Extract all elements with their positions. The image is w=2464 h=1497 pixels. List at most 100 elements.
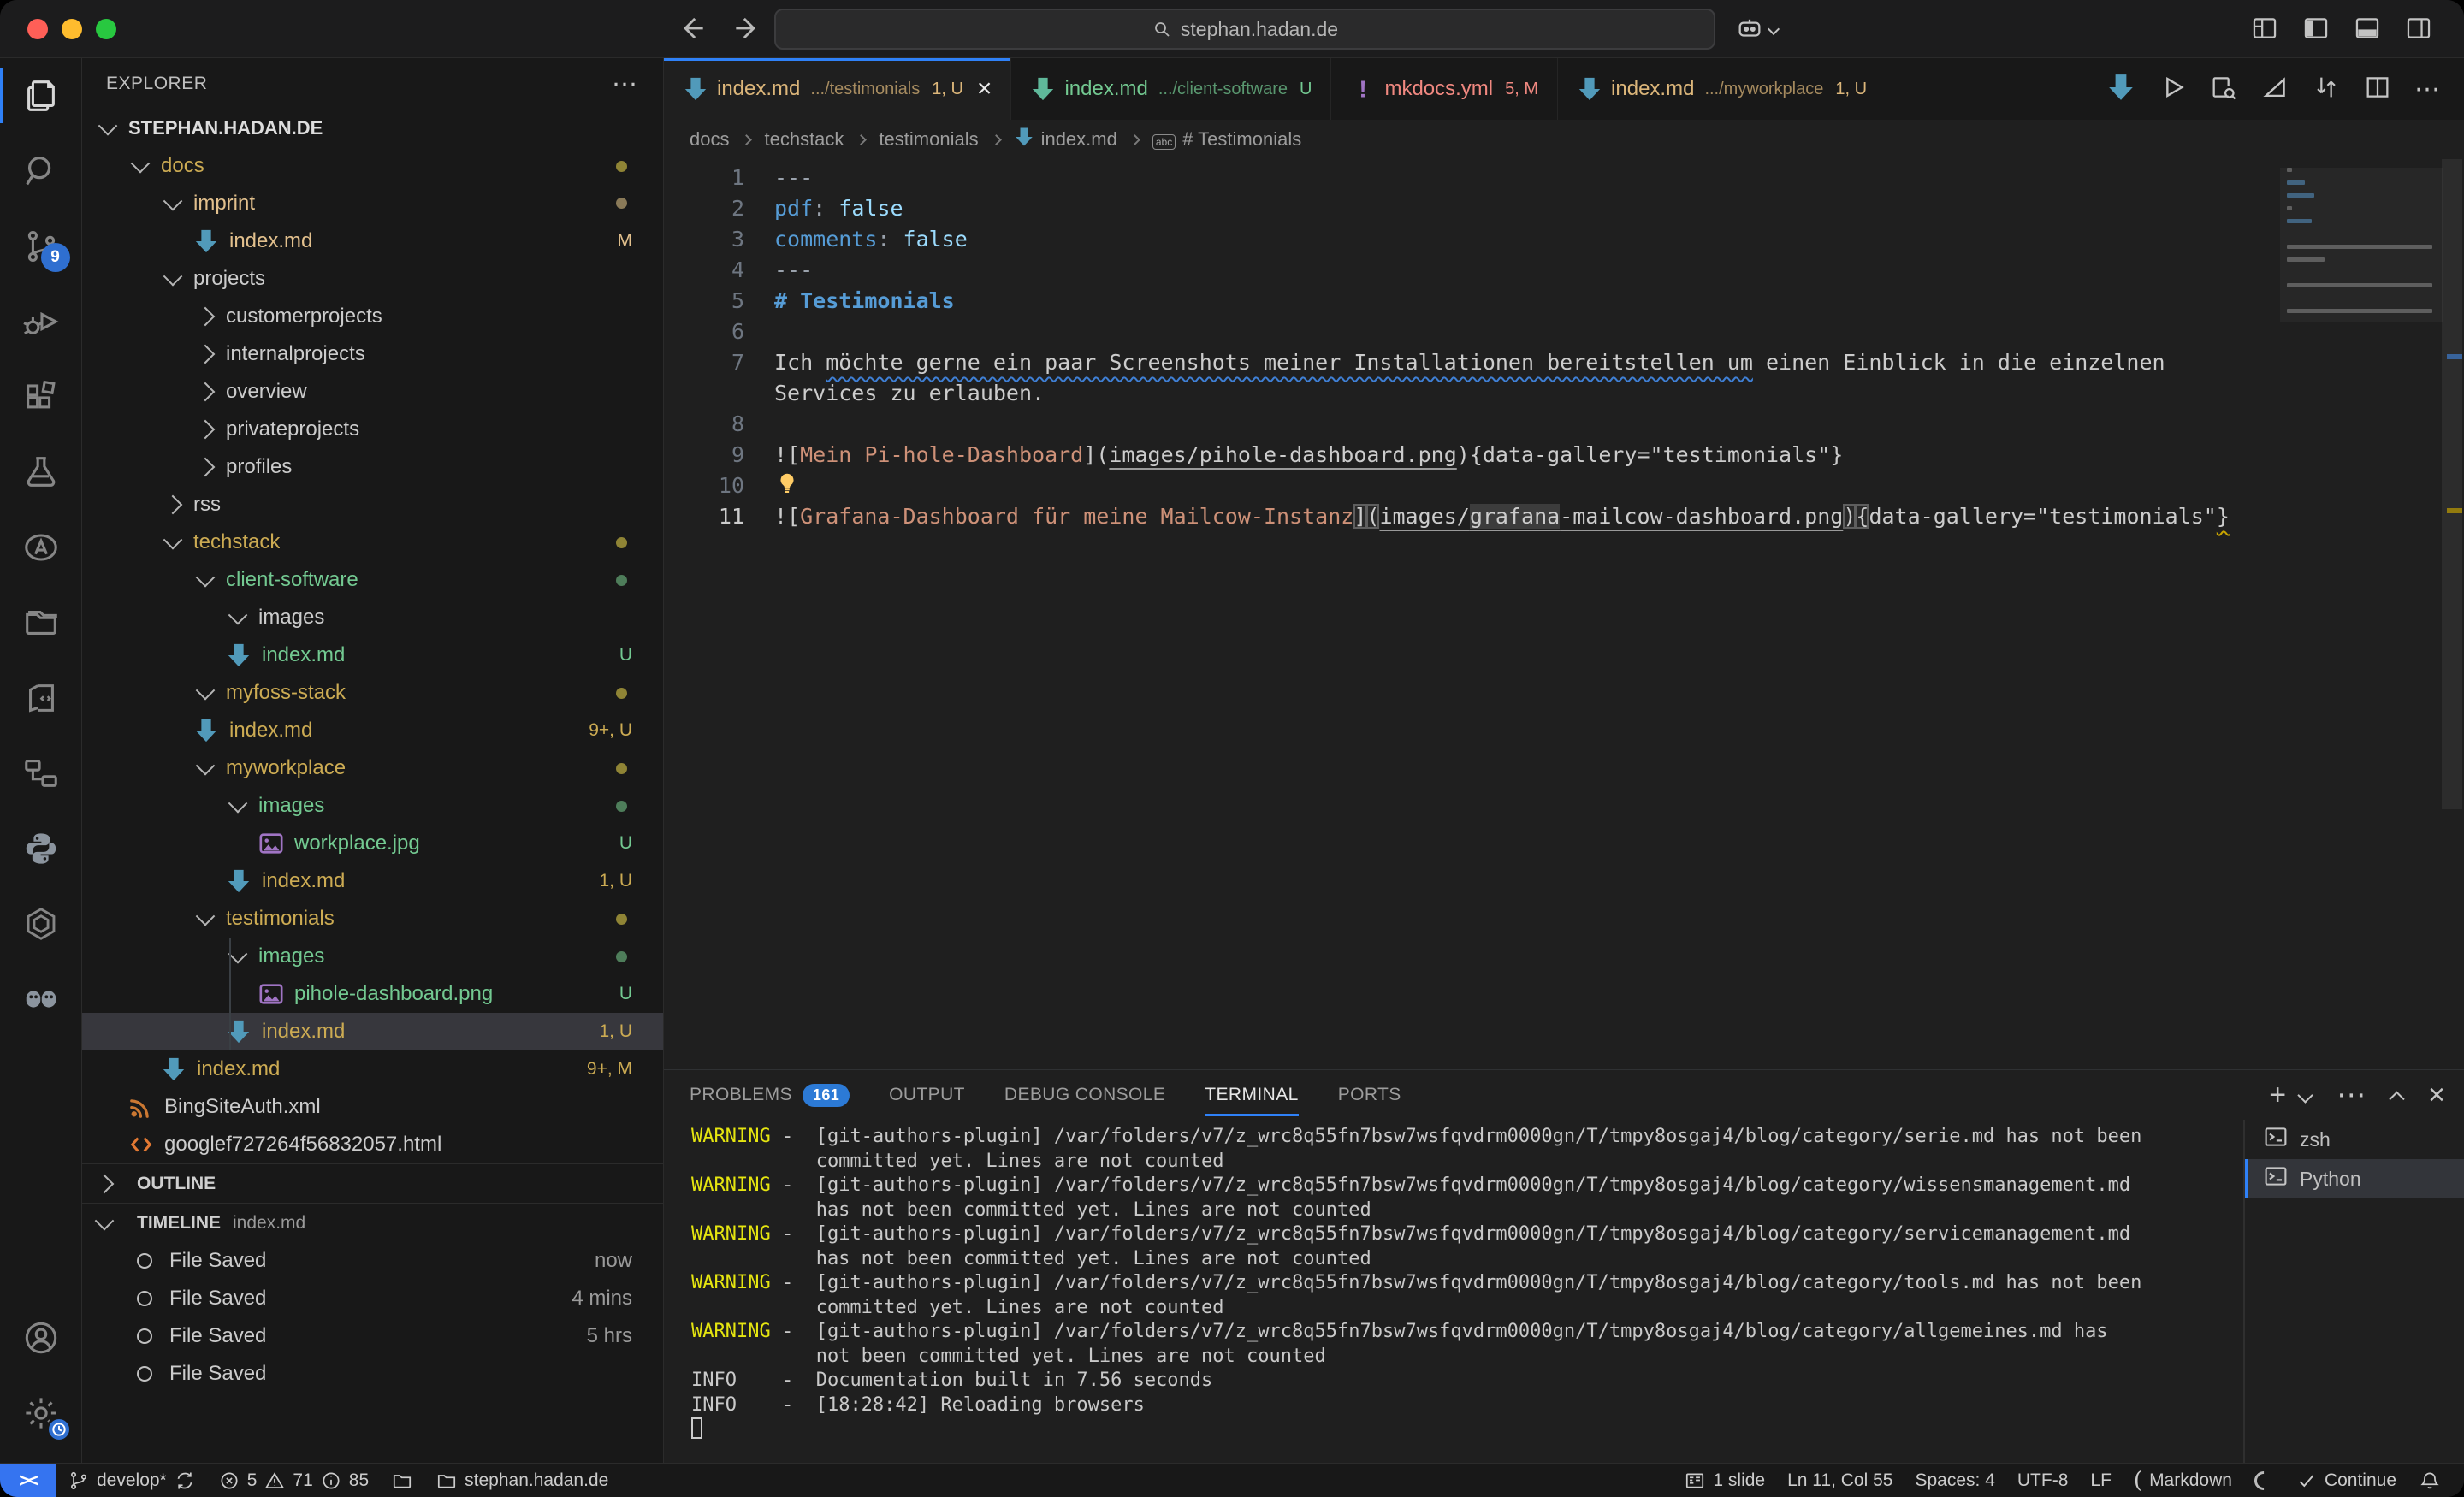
breadcrumb-item[interactable]: techstack bbox=[764, 128, 844, 151]
search-icon[interactable] bbox=[0, 133, 82, 209]
panel-tab-debug-console[interactable]: DEBUG CONSOLE bbox=[1004, 1070, 1165, 1120]
close-panel-icon[interactable]: × bbox=[2428, 1080, 2445, 1109]
folder-status[interactable] bbox=[380, 1464, 424, 1497]
more-actions-icon[interactable]: ⋯ bbox=[2414, 74, 2442, 104]
tree-item-images[interactable]: images bbox=[82, 599, 663, 636]
timeline-item[interactable]: File Savednow bbox=[82, 1242, 663, 1280]
run-debug-icon[interactable] bbox=[0, 284, 82, 359]
settings-gear-icon[interactable] bbox=[0, 1376, 82, 1451]
extensions-icon[interactable] bbox=[0, 359, 82, 435]
terminal-instance-python[interactable]: Python bbox=[2245, 1159, 2464, 1198]
encoding[interactable]: UTF-8 bbox=[2006, 1464, 2080, 1497]
copilot-icon[interactable] bbox=[1735, 14, 1764, 47]
run-icon[interactable] bbox=[2158, 73, 2187, 106]
editor-tab-index-md[interactable]: index.md.../testimonials1, U× bbox=[664, 58, 1011, 120]
tree-item-bingsiteauth.xml[interactable]: BingSiteAuth.xml bbox=[82, 1088, 663, 1126]
markdown-extension-icon[interactable] bbox=[2106, 73, 2135, 106]
editor-tab-index-md[interactable]: index.md.../client-softwareU bbox=[1011, 58, 1331, 120]
tree-item-workplace.jpg[interactable]: workplace.jpgU bbox=[82, 825, 663, 862]
terminal-instance-zsh[interactable]: zsh bbox=[2245, 1120, 2464, 1159]
toggle-primary-sidebar-icon[interactable] bbox=[2301, 14, 2331, 47]
tree-item-index.md[interactable]: index.md1, U bbox=[82, 1013, 663, 1050]
maximize-panel-icon[interactable] bbox=[2389, 1091, 2404, 1106]
panel-tab-problems[interactable]: PROBLEMS161 bbox=[690, 1070, 850, 1120]
timeline-section-header[interactable]: TIMELINE index.md bbox=[82, 1203, 663, 1242]
breadcrumb-item[interactable]: index.md bbox=[1014, 127, 1117, 152]
tree-item-customerprojects[interactable]: customerprojects bbox=[82, 298, 663, 335]
editor-tab-index-md[interactable]: index.md.../myworkplace1, U bbox=[1558, 58, 1886, 120]
panel-tab-output[interactable]: OUTPUT bbox=[889, 1070, 965, 1120]
navigate-forward-icon[interactable] bbox=[731, 12, 763, 49]
close-tab-icon[interactable]: × bbox=[977, 77, 992, 101]
lightbulb-icon[interactable] bbox=[774, 473, 800, 498]
source-control-icon[interactable]: 9 bbox=[0, 209, 82, 284]
account-icon[interactable] bbox=[0, 1300, 82, 1376]
cursor-position[interactable]: Ln 11, Col 55 bbox=[1776, 1464, 1904, 1497]
new-terminal-icon[interactable]: + bbox=[2269, 1080, 2286, 1109]
navigate-back-icon[interactable] bbox=[676, 12, 708, 49]
toggle-panel-icon[interactable] bbox=[2353, 14, 2382, 47]
marp-slide-count[interactable]: 1 slide bbox=[1673, 1464, 1776, 1497]
terminal-output[interactable]: WARNING - [git-authors-plugin] /var/fold… bbox=[664, 1120, 2243, 1463]
workspace-status[interactable]: stephan.hadan.de bbox=[424, 1464, 619, 1497]
hexagon-icon[interactable] bbox=[0, 886, 82, 962]
tree-item-index.md[interactable]: index.mdU bbox=[82, 636, 663, 674]
toggle-secondary-sidebar-icon[interactable] bbox=[2404, 14, 2433, 47]
tree-item-imprint[interactable]: imprint bbox=[82, 185, 663, 222]
comments-icon[interactable] bbox=[0, 962, 82, 1037]
editor-scrollbar[interactable] bbox=[2440, 159, 2464, 1069]
split-editor-icon[interactable] bbox=[2363, 73, 2392, 106]
tree-item-profiles[interactable]: profiles bbox=[82, 448, 663, 486]
panel-tab-terminal[interactable]: TERMINAL bbox=[1205, 1070, 1298, 1120]
tree-item-privateprojects[interactable]: privateprojects bbox=[82, 411, 663, 448]
org-chart-icon[interactable] bbox=[0, 736, 82, 811]
indentation[interactable]: Spaces: 4 bbox=[1904, 1464, 2005, 1497]
folder-library-icon[interactable] bbox=[0, 585, 82, 660]
minimap[interactable] bbox=[2287, 168, 2437, 322]
breadcrumb[interactable]: docstechstacktestimonialsindex.mdabc# Te… bbox=[664, 120, 2464, 159]
tree-item-overview[interactable]: overview bbox=[82, 373, 663, 411]
more-actions-icon[interactable]: ⋯ bbox=[2337, 1080, 2366, 1109]
compare-changes-icon[interactable] bbox=[2312, 73, 2341, 106]
tree-item-projects[interactable]: projects bbox=[82, 260, 663, 298]
tree-item-pihole-dashboard.png[interactable]: pihole-dashboard.pngU bbox=[82, 975, 663, 1013]
close-window-button[interactable] bbox=[27, 19, 48, 39]
git-branch-status[interactable]: develop* bbox=[56, 1464, 207, 1497]
editor-tab-mkdocs-yml[interactable]: !mkdocs.yml5, M bbox=[1331, 58, 1558, 120]
circled-a-icon[interactable] bbox=[0, 510, 82, 585]
markdownlint-icon[interactable] bbox=[2260, 73, 2289, 106]
tree-item-testimonials[interactable]: testimonials bbox=[82, 900, 663, 938]
tree-item-myworkplace[interactable]: myworkplace bbox=[82, 749, 663, 787]
explorer-more-actions-icon[interactable]: ⋯ bbox=[612, 69, 639, 99]
eol[interactable]: LF bbox=[2079, 1464, 2123, 1497]
timeline-item[interactable]: File Saved5 hrs bbox=[82, 1317, 663, 1355]
timeline-item[interactable]: File Saved4 mins bbox=[82, 1280, 663, 1317]
tree-item-index.md[interactable]: index.md1, U bbox=[82, 862, 663, 900]
panel-tab-ports[interactable]: PORTS bbox=[1338, 1070, 1401, 1120]
tree-item-internalprojects[interactable]: internalprojects bbox=[82, 335, 663, 373]
terminal-dropdown-icon[interactable] bbox=[2297, 1087, 2313, 1103]
remote-indicator[interactable]: >< bbox=[0, 1464, 56, 1497]
testing-icon[interactable] bbox=[0, 435, 82, 510]
open-preview-icon[interactable] bbox=[2209, 73, 2238, 106]
tree-item-images[interactable]: images bbox=[82, 787, 663, 825]
tree-item-techstack[interactable]: techstack bbox=[82, 524, 663, 561]
customize-layout-icon[interactable] bbox=[2250, 14, 2279, 47]
problems-status[interactable]: 57185 bbox=[207, 1464, 380, 1497]
language-mode[interactable]: (Markdown bbox=[2123, 1464, 2243, 1497]
timeline-item[interactable]: File Saved bbox=[82, 1355, 663, 1393]
tree-item-client-software[interactable]: client-software bbox=[82, 561, 663, 599]
exit-door-icon[interactable] bbox=[0, 660, 82, 736]
tree-item-docs[interactable]: docs bbox=[82, 147, 663, 185]
tree-item-rss[interactable]: rss bbox=[82, 486, 663, 524]
command-center-search[interactable]: stephan.hadan.de bbox=[774, 9, 1715, 50]
tree-item-stephan.hadan.de[interactable]: STEPHAN.HADAN.DE bbox=[82, 109, 663, 147]
notifications-bell[interactable] bbox=[2408, 1464, 2452, 1497]
explorer-icon[interactable] bbox=[0, 58, 82, 133]
editor-pane[interactable]: 1---2pdf: false3comments: false4---5# Te… bbox=[664, 159, 2464, 1069]
breadcrumb-item[interactable]: abc# Testimonials bbox=[1152, 128, 1301, 151]
tree-item-images[interactable]: images bbox=[82, 938, 663, 975]
zoom-window-button[interactable] bbox=[96, 19, 116, 39]
tree-item-index.md[interactable]: index.mdM bbox=[82, 222, 663, 260]
breadcrumb-item[interactable]: testimonials bbox=[879, 128, 978, 151]
